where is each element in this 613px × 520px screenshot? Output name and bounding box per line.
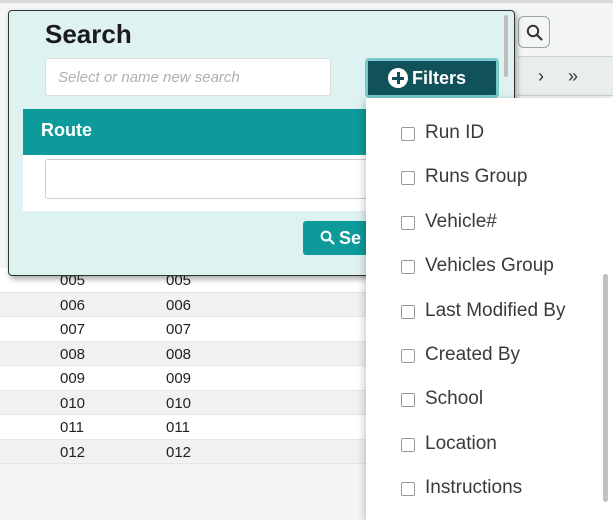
- filter-option-label: Instructions: [425, 477, 523, 499]
- filter-option-checkbox[interactable]: [401, 304, 415, 319]
- filter-option-checkbox[interactable]: [401, 171, 415, 186]
- table-cell: 011: [60, 419, 84, 436]
- table-cell: 007: [60, 321, 86, 338]
- search-icon: [320, 230, 335, 245]
- table-row[interactable]: 009 009: [0, 366, 370, 391]
- search-toggle-button[interactable]: [518, 16, 550, 48]
- filter-option-label: Last Modified By: [425, 299, 566, 321]
- route-label: Route: [41, 120, 92, 140]
- table-row[interactable]: 008 008: [0, 341, 370, 366]
- filter-option-checkbox[interactable]: [401, 215, 415, 230]
- filter-option-checkbox[interactable]: [401, 127, 415, 141]
- panel-title: Search: [45, 19, 132, 49]
- dropdown-scrollbar[interactable]: [603, 274, 608, 502]
- panel-scrollbar[interactable]: [504, 15, 508, 77]
- table-cell: 012: [60, 443, 86, 461]
- table-cell: 006: [166, 296, 192, 314]
- search-icon: [526, 24, 543, 41]
- filter-option-label: Vehicles Group: [425, 255, 554, 277]
- filters-button-label: Filters: [412, 68, 467, 88]
- filters-button[interactable]: Filters: [365, 58, 499, 98]
- filter-option-label: Run ID: [425, 122, 485, 143]
- table-cell: 009: [60, 370, 86, 387]
- pagination-bar: › »: [518, 56, 613, 96]
- filter-option-label: Location: [425, 432, 497, 454]
- table-cell: 010: [60, 394, 86, 412]
- search-name-input[interactable]: Select or name new search: [45, 58, 331, 96]
- table-cell: 012: [166, 443, 192, 461]
- table-row[interactable]: 010 010: [0, 390, 370, 415]
- filter-option-label: Created By: [425, 344, 521, 365]
- top-divider: [0, 0, 613, 3]
- table-cell: 007: [166, 321, 192, 338]
- filter-option-checkbox[interactable]: [401, 437, 415, 452]
- filter-option-label: Vehicle#: [425, 210, 497, 232]
- filter-option-label: School: [425, 388, 484, 410]
- results-table-body: 005 005 006 006 007 007 008 008 009 009 010 010 011 0…: [0, 268, 370, 464]
- search-button-label: Se: [339, 228, 362, 248]
- filter-option-checkbox[interactable]: [401, 393, 415, 408]
- filter-option-checkbox[interactable]: [401, 482, 415, 497]
- table-row[interactable]: 007 007: [0, 317, 370, 342]
- filters-dropdown: Run ID Runs Group Vehicle# Vehicles Group La…: [366, 98, 613, 520]
- filter-option-label: Runs Group: [425, 166, 528, 188]
- table-cell: 006: [60, 296, 86, 314]
- table-cell: 008: [60, 345, 86, 363]
- last-page-button[interactable]: »: [568, 66, 578, 87]
- table-cell: 011: [166, 419, 190, 436]
- filter-option-checkbox[interactable]: [401, 260, 415, 275]
- filter-option-checkbox[interactable]: [401, 349, 415, 363]
- table-cell: 010: [166, 394, 192, 412]
- table-cell: 008: [166, 345, 192, 363]
- table-row[interactable]: 012 012: [0, 439, 370, 464]
- table-row[interactable]: 011 011: [0, 415, 370, 440]
- route-input[interactable]: [45, 159, 385, 199]
- table-row[interactable]: 006 006: [0, 292, 370, 317]
- next-page-button[interactable]: ›: [538, 66, 544, 87]
- table-cell: 009: [166, 370, 192, 387]
- plus-circle-icon: [388, 68, 408, 88]
